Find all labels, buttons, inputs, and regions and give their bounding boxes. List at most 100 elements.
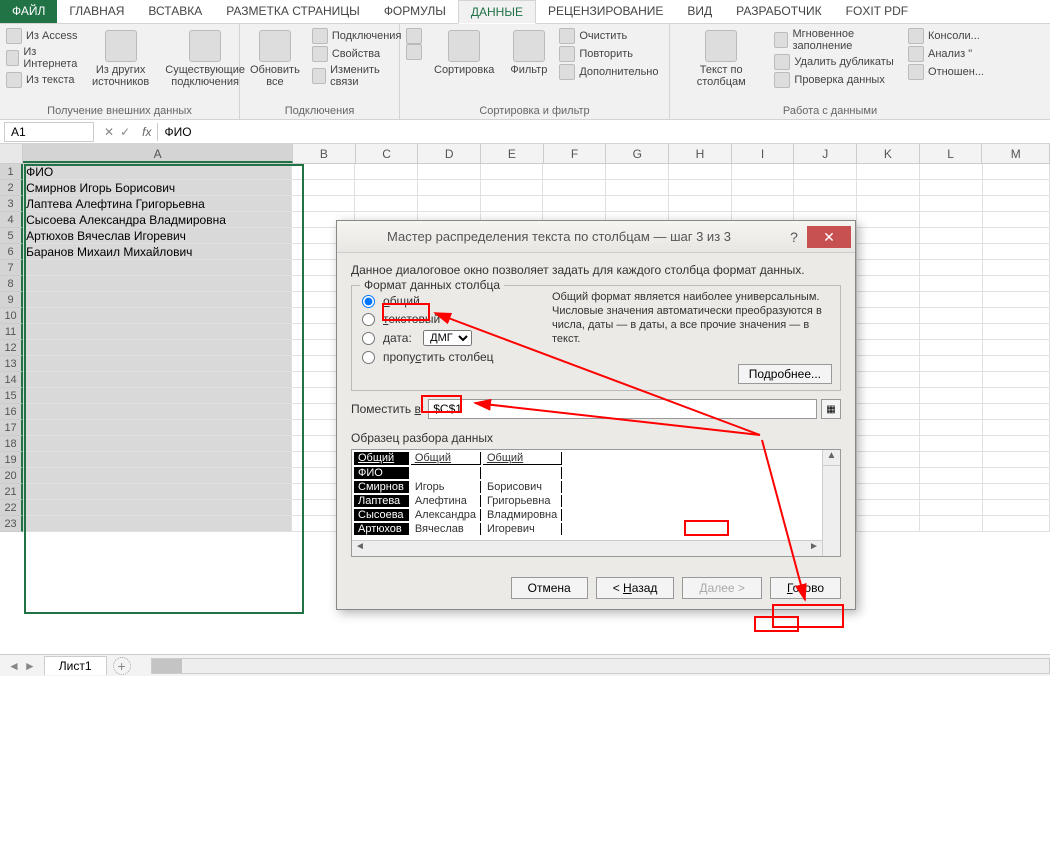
text-to-columns-button[interactable]: Текст по столбцам (676, 28, 766, 90)
cell[interactable] (292, 164, 355, 180)
cell[interactable] (983, 404, 1050, 420)
column-header[interactable]: D (418, 144, 481, 163)
cell[interactable] (23, 484, 292, 500)
cell[interactable] (920, 212, 983, 228)
advanced-button[interactable]: Дополнительно (559, 64, 658, 80)
row-header[interactable]: 1 (0, 164, 23, 180)
cell[interactable] (983, 164, 1050, 180)
column-header[interactable]: C (356, 144, 419, 163)
cell[interactable] (983, 180, 1050, 196)
cell[interactable] (857, 164, 920, 180)
ribbon-tab-вид[interactable]: ВИД (675, 0, 724, 23)
close-button[interactable]: ✕ (807, 226, 851, 248)
sheet-tab[interactable]: Лист1 (44, 656, 107, 675)
ribbon-tab-файл[interactable]: ФАЙЛ (0, 0, 57, 23)
cell[interactable] (983, 228, 1050, 244)
cell[interactable] (857, 420, 920, 436)
cell[interactable] (23, 436, 292, 452)
cell[interactable] (920, 356, 983, 372)
row-header[interactable]: 13 (0, 356, 23, 372)
row-header[interactable]: 11 (0, 324, 23, 340)
cell[interactable] (857, 500, 920, 516)
cell[interactable] (920, 484, 983, 500)
row-header[interactable]: 3 (0, 196, 23, 212)
column-header[interactable]: F (544, 144, 607, 163)
cell[interactable] (23, 372, 292, 388)
cell[interactable]: Баранов Михаил Михайлович (23, 244, 292, 260)
help-button[interactable]: ? (781, 229, 807, 245)
consolidate-button[interactable]: Консоли... (908, 28, 984, 44)
cell[interactable]: Смирнов Игорь Борисович (23, 180, 292, 196)
row-header[interactable]: 14 (0, 372, 23, 388)
cell[interactable] (920, 308, 983, 324)
what-if-button[interactable]: Анализ " (908, 46, 984, 62)
cell[interactable] (920, 260, 983, 276)
sort-za-button[interactable] (406, 44, 422, 60)
ribbon-tab-данные[interactable]: ДАННЫЕ (458, 0, 536, 24)
cell[interactable] (857, 276, 920, 292)
cell[interactable] (983, 308, 1050, 324)
cell[interactable] (857, 180, 920, 196)
cell[interactable] (983, 500, 1050, 516)
cell[interactable] (857, 388, 920, 404)
row-header[interactable]: 5 (0, 228, 23, 244)
horizontal-scrollbar[interactable] (151, 658, 1050, 674)
cell[interactable] (543, 196, 606, 212)
row-header[interactable]: 16 (0, 404, 23, 420)
cell[interactable] (23, 308, 292, 324)
sheet-prev-icon[interactable]: ◄ (8, 659, 20, 673)
cell[interactable] (794, 180, 857, 196)
row-header[interactable]: 15 (0, 388, 23, 404)
ribbon-tab-формулы[interactable]: ФОРМУЛЫ (372, 0, 458, 23)
radio-date-input[interactable] (362, 332, 375, 345)
flash-fill-button[interactable]: Мгновенное заполнение (774, 28, 900, 52)
cell[interactable] (23, 292, 292, 308)
range-picker-button[interactable]: ▦ (821, 399, 841, 419)
cancel-formula-icon[interactable]: ✕ (104, 125, 114, 139)
refresh-all-button[interactable]: Обновить все (246, 28, 304, 90)
cell[interactable] (920, 500, 983, 516)
cell[interactable] (920, 340, 983, 356)
cell[interactable] (857, 244, 920, 260)
cell[interactable] (857, 308, 920, 324)
cell[interactable] (857, 324, 920, 340)
cell[interactable] (794, 196, 857, 212)
cell[interactable] (23, 324, 292, 340)
cell[interactable] (920, 164, 983, 180)
clear-button[interactable]: Очистить (559, 28, 658, 44)
row-header[interactable]: 23 (0, 516, 23, 532)
cell[interactable] (983, 212, 1050, 228)
cell[interactable]: Сысоева Александра Владмировна (23, 212, 292, 228)
cell[interactable] (857, 372, 920, 388)
column-header[interactable]: L (920, 144, 983, 163)
cell[interactable] (606, 196, 669, 212)
row-header[interactable]: 12 (0, 340, 23, 356)
cell[interactable] (355, 196, 418, 212)
ribbon-tab-foxit pdf[interactable]: Foxit PDF (834, 0, 920, 23)
row-header[interactable]: 2 (0, 180, 23, 196)
cell[interactable] (543, 180, 606, 196)
cell[interactable] (920, 196, 983, 212)
column-header[interactable]: G (606, 144, 669, 163)
cell[interactable] (920, 292, 983, 308)
cell[interactable] (857, 468, 920, 484)
row-header[interactable]: 9 (0, 292, 23, 308)
column-header[interactable]: M (982, 144, 1050, 163)
cell[interactable] (857, 228, 920, 244)
cell[interactable] (23, 388, 292, 404)
cell[interactable]: ФИО (23, 164, 292, 180)
cell[interactable] (732, 180, 795, 196)
cell[interactable] (794, 164, 857, 180)
cell[interactable] (983, 260, 1050, 276)
connections-button[interactable]: Подключения (312, 28, 402, 44)
cell[interactable] (857, 356, 920, 372)
cell[interactable] (669, 180, 732, 196)
cell[interactable] (857, 196, 920, 212)
cell[interactable] (920, 404, 983, 420)
dialog-titlebar[interactable]: Мастер распределения текста по столбцам … (337, 221, 855, 253)
cell[interactable] (983, 388, 1050, 404)
cell[interactable] (983, 324, 1050, 340)
row-header[interactable]: 4 (0, 212, 23, 228)
cell[interactable] (920, 516, 983, 532)
column-header[interactable]: J (794, 144, 857, 163)
